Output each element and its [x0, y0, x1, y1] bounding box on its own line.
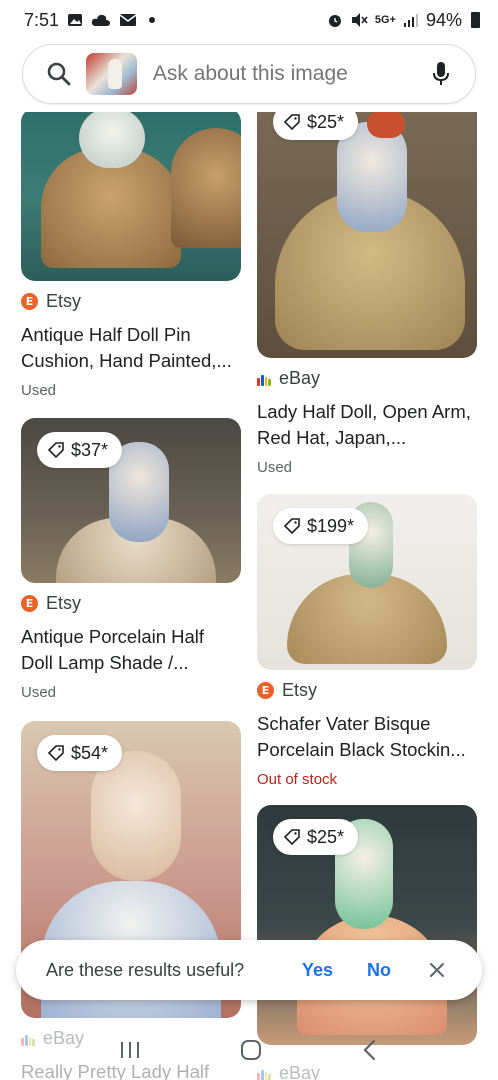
battery-icon [471, 12, 480, 28]
result-image[interactable]: $37* [21, 418, 241, 583]
search-bar[interactable] [22, 44, 476, 104]
system-nav-bar [0, 1020, 498, 1080]
home-icon[interactable] [239, 1038, 263, 1062]
result-image[interactable]: $25* [257, 112, 477, 358]
result-card[interactable]: E Etsy Antique Half Doll Pin Cushion, Ha… [21, 112, 241, 399]
network-type: 5G+ [374, 14, 396, 26]
mute-icon [351, 13, 368, 27]
result-image[interactable]: $25* [257, 805, 477, 1045]
price-badge: $199* [273, 508, 369, 544]
query-image-thumbnail[interactable] [85, 53, 137, 95]
status-time: 7:51 [24, 9, 60, 30]
mail-icon [119, 14, 137, 26]
search-lens-icon[interactable] [41, 53, 78, 95]
result-card[interactable]: $37* E Etsy Antique Porcelain Half Doll … [21, 418, 241, 701]
price-tag-icon [47, 745, 64, 762]
close-icon[interactable] [426, 959, 448, 981]
cloud-icon [91, 14, 111, 26]
price-tag-icon [283, 518, 300, 535]
etsy-logo-icon: E [257, 682, 274, 699]
back-icon[interactable] [360, 1038, 380, 1062]
price-badge: $25* [273, 819, 359, 855]
result-status: Used [21, 382, 57, 399]
result-title[interactable]: Schafer Vater Bisque Porcelain Black Sto… [257, 711, 477, 763]
ebay-logo-icon [257, 372, 271, 386]
price-tag-icon [283, 829, 300, 846]
signal-icon [403, 14, 418, 27]
result-card[interactable]: $199* E Etsy Schafer Vater Bisque Porcel… [257, 494, 477, 788]
results-grid: E Etsy Antique Half Doll Pin Cushion, Ha… [0, 112, 498, 1080]
price-badge: $37* [37, 432, 123, 468]
price-tag-icon [47, 442, 64, 459]
result-status: Used [21, 684, 57, 701]
gallery-icon [68, 14, 83, 26]
result-image[interactable] [21, 112, 241, 281]
price-badge: $54* [37, 735, 123, 771]
result-status: Used [257, 459, 293, 476]
notification-dot-icon [149, 17, 156, 23]
result-source: E Etsy [21, 291, 241, 312]
result-source: E Etsy [257, 680, 477, 701]
feedback-prompt: Are these results useful? Yes No [16, 940, 482, 1000]
feedback-no-button[interactable]: No [367, 960, 391, 981]
result-title[interactable]: Lady Half Doll, Open Arm, Red Hat, Japan… [257, 399, 477, 451]
etsy-logo-icon: E [21, 293, 38, 310]
price-badge: $25* [273, 112, 359, 140]
feedback-question: Are these results useful? [46, 959, 245, 980]
result-title[interactable]: Antique Half Doll Pin Cushion, Hand Pain… [21, 322, 241, 374]
search-input[interactable] [152, 62, 424, 86]
result-source: eBay [257, 368, 477, 389]
result-image[interactable]: $199* [257, 494, 477, 670]
mic-icon[interactable] [424, 54, 459, 94]
result-card[interactable]: $25* eBay Lady Half Doll, Open Arm, Red … [257, 112, 477, 476]
status-bar: 7:51 5G+ 94% [0, 0, 498, 40]
feedback-yes-button[interactable]: Yes [302, 960, 333, 981]
recents-icon[interactable] [118, 1040, 142, 1060]
battery-percent: 94% [425, 9, 462, 30]
result-status: Out of stock [257, 771, 338, 788]
alarm-icon [328, 15, 341, 27]
result-source: E Etsy [21, 593, 241, 614]
price-tag-icon [283, 114, 300, 131]
etsy-logo-icon: E [21, 595, 38, 612]
result-title[interactable]: Antique Porcelain Half Doll Lamp Shade /… [21, 624, 241, 676]
